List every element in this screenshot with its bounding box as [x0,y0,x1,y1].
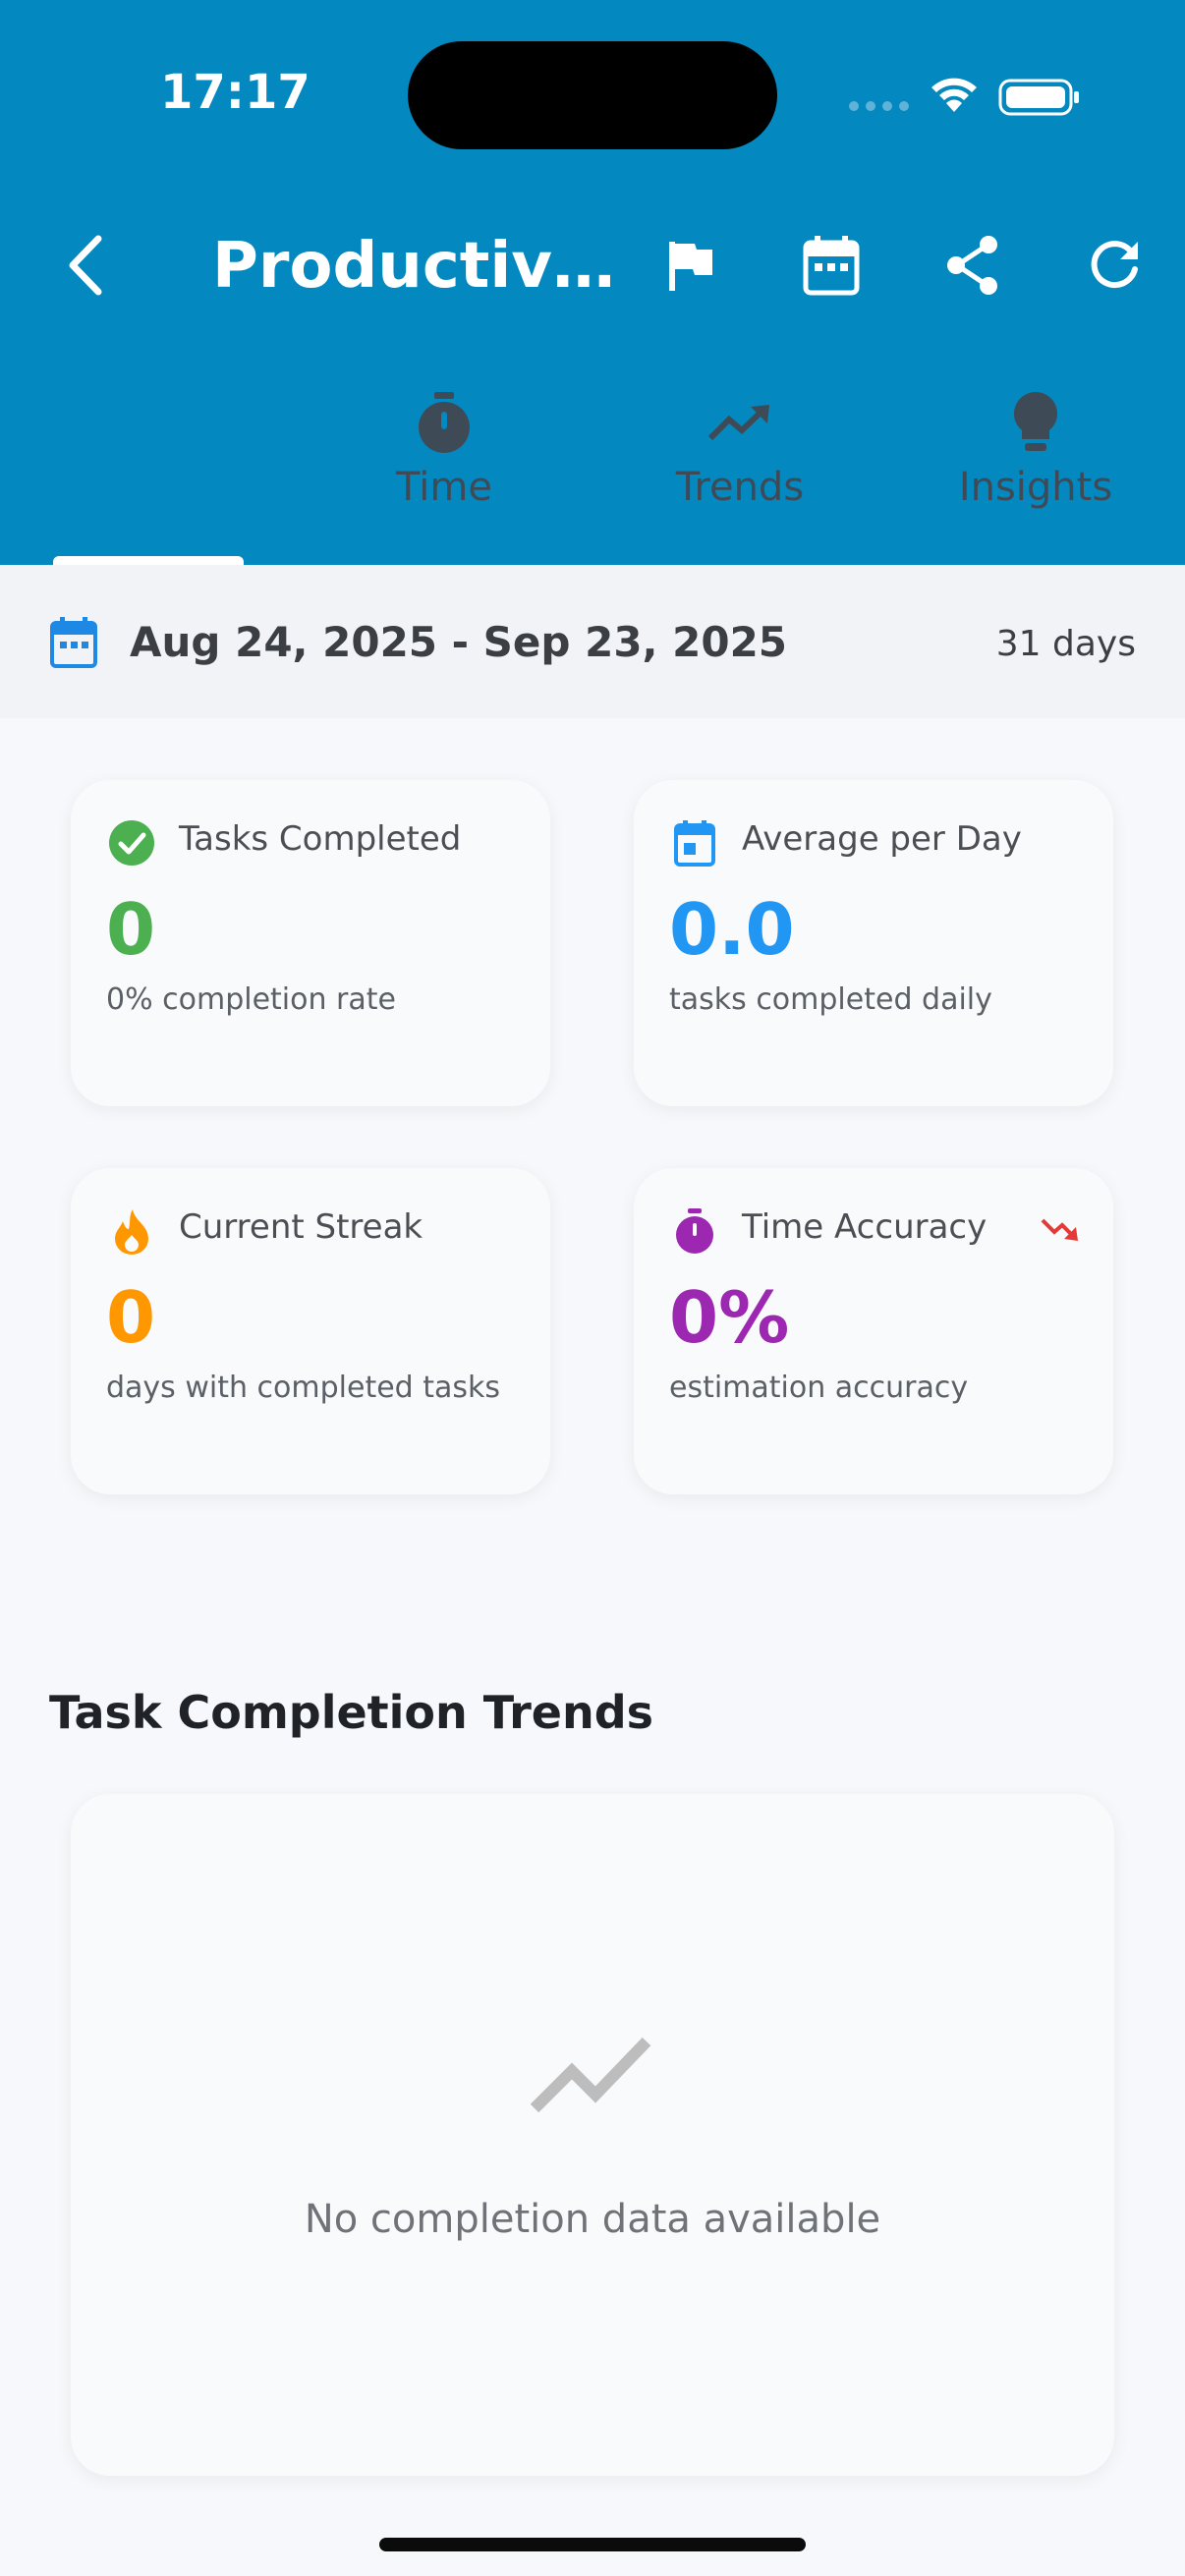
flag-icon [669,242,712,291]
current-streak-card: Current Streak 0 days with completed tas… [71,1168,550,1494]
card-value: 0% [669,1276,790,1359]
average-per-day-card: Average per Day 0.0 tasks completed dail… [634,780,1113,1106]
refresh-icon [1091,241,1138,289]
wifi-icon [931,78,977,112]
page-title: Productiv… [212,230,615,303]
show-chart-icon [531,2037,651,2112]
card-value: 0 [106,1276,156,1359]
tab-label: Insights [958,465,1113,510]
calendar-icon [674,820,715,867]
calendar-button[interactable] [796,230,867,301]
back-button[interactable] [57,226,112,305]
tab-trends[interactable]: Trends [642,388,838,510]
card-subtitle: tasks completed daily [669,982,992,1017]
empty-state-message: No completion data available [304,2197,881,2242]
date-range-text: Aug 24, 2025 - Sep 23, 2025 [130,618,788,666]
section-title: Task Completion Trends [49,1686,654,1739]
fire-icon [115,1209,148,1255]
tab-insights[interactable]: Insights [937,388,1134,510]
timer-icon [676,1208,713,1254]
dynamic-island [408,41,777,149]
card-value: 0.0 [669,888,795,971]
trending-down-icon [1041,1218,1078,1241]
app-header: 17:17 Productiv… Time Trends Insights [0,0,1185,566]
check-circle-icon [109,820,154,866]
home-indicator[interactable] [379,2538,806,2551]
timer-icon [419,392,470,453]
completion-trends-card: No completion data available [71,1794,1114,2476]
lightbulb-icon [1013,391,1058,451]
share-icon [947,236,997,295]
calendar-icon [803,236,860,296]
time-accuracy-card: Time Accuracy 0% estimation accuracy [634,1168,1113,1494]
card-subtitle: 0% completion rate [106,982,396,1017]
card-title: Tasks Completed [179,819,462,859]
card-subtitle: estimation accuracy [669,1371,969,1405]
card-title: Current Streak [179,1207,423,1247]
card-value: 0 [106,888,156,971]
status-time: 17:17 [160,65,310,120]
card-subtitle: days with completed tasks [106,1371,501,1405]
days-count: 31 days [995,624,1136,664]
trending-up-icon [707,405,769,441]
battery-icon [998,79,1079,116]
cellular-signal-icon [849,101,909,111]
flag-button[interactable] [655,230,726,301]
chevron-left-icon [69,235,102,296]
date-range-bar[interactable]: Aug 24, 2025 - Sep 23, 2025 31 days [0,565,1185,718]
card-title: Time Accuracy [742,1207,988,1247]
refresh-button[interactable] [1079,230,1150,301]
tasks-completed-card: Tasks Completed 0 0% completion rate [71,780,550,1106]
card-title: Average per Day [742,819,1022,859]
share-button[interactable] [937,230,1008,301]
tab-label: Trends [675,465,805,510]
tab-time[interactable]: Time [346,388,542,510]
calendar-icon [50,617,97,668]
tab-label: Time [396,465,492,510]
